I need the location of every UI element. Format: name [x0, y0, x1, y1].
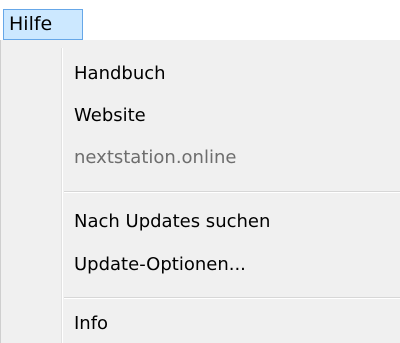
menu-item-label: Update-Optionen... — [74, 254, 246, 275]
help-dropdown-menu: Handbuch Website nextstation.online Nach… — [0, 40, 400, 343]
menu-separator — [64, 297, 400, 299]
menu-item-website[interactable]: Website — [1, 96, 400, 136]
menubar: Hilfe — [0, 0, 400, 43]
menu-item-update-optionen[interactable]: Update-Optionen... — [1, 245, 400, 285]
menu-item-label: Handbuch — [74, 63, 166, 84]
menu-item-handbuch[interactable]: Handbuch — [1, 54, 400, 94]
menu-item-label: Website — [74, 105, 146, 126]
menu-separator — [64, 191, 400, 193]
menu-item-label: Info — [74, 313, 109, 334]
menu-item-label: nextstation.online — [74, 147, 237, 168]
menu-item-info[interactable]: Info — [1, 304, 400, 343]
help-menu-screen: Hilfe Handbuch Website nextstation.onlin… — [0, 0, 400, 343]
menu-item-nextstation-online: nextstation.online — [1, 138, 400, 178]
menu-item-label: Nach Updates suchen — [74, 211, 271, 232]
menubar-item-hilfe[interactable]: Hilfe — [3, 9, 83, 40]
menu-item-nach-updates-suchen[interactable]: Nach Updates suchen — [1, 202, 400, 242]
